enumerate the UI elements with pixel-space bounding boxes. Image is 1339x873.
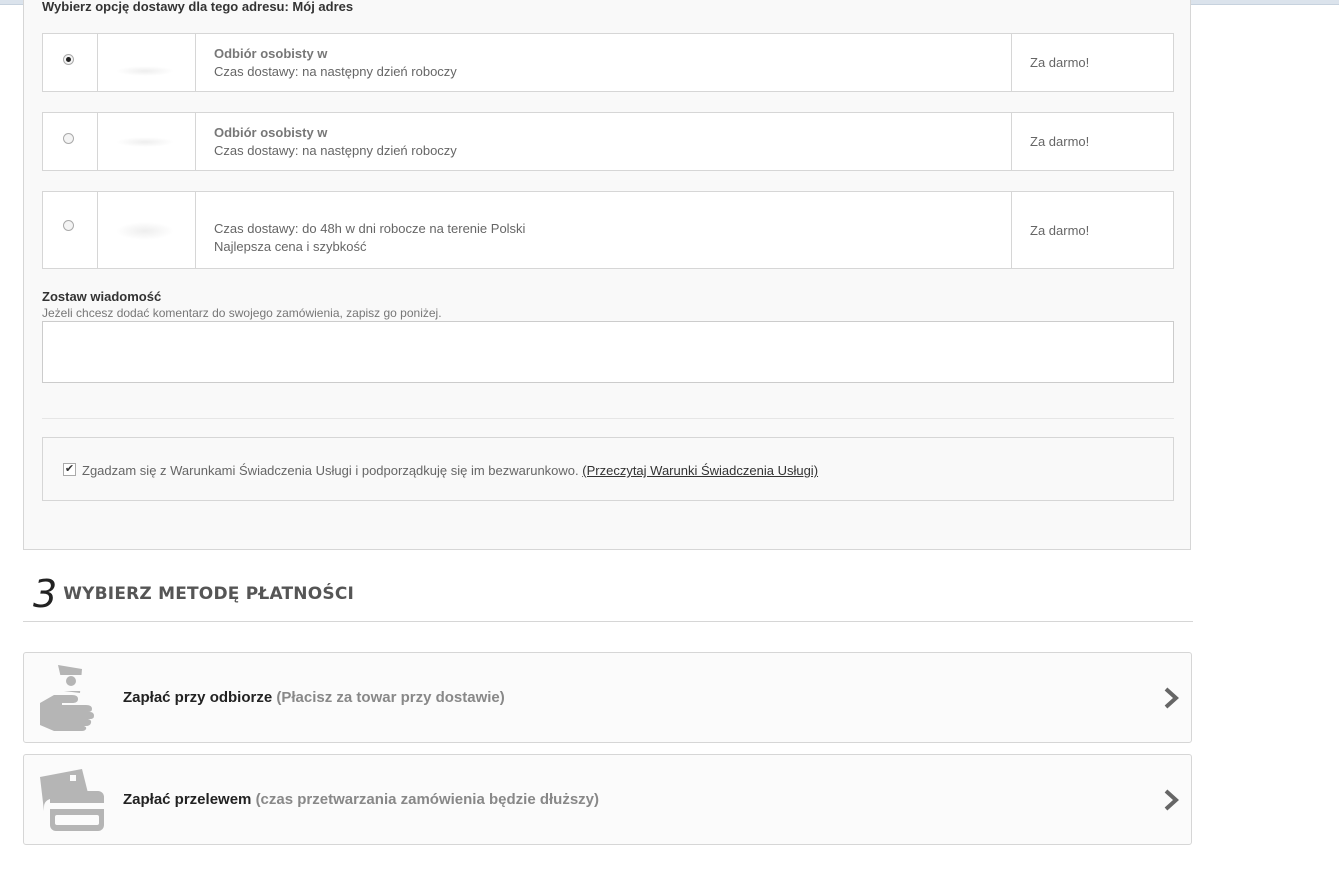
pay-option-note: (Płacisz za towar przy dostawie) — [276, 689, 505, 706]
payment-step-heading: 3 WYBIERZ METODĘ PŁATNOŚCI — [33, 574, 354, 614]
chevron-right-icon — [1164, 789, 1179, 811]
carrier-radio-1[interactable] — [63, 54, 74, 65]
terms-text: Zgadzam się z Warunkami Świadczenia Usłu… — [82, 463, 818, 478]
carrier-logo — [98, 113, 196, 170]
carrier-logo — [98, 34, 196, 91]
carrier-option-3[interactable]: Czas dostawy: do 48h w dni robocze na te… — [42, 191, 1174, 269]
carrier-radio-cell — [43, 113, 98, 170]
carrier-option-2[interactable]: Odbiór osobisty w Czas dostawy: na nastę… — [42, 112, 1174, 171]
delivery-heading: Wybierz opcję dostawy dla tego adresu: M… — [42, 0, 354, 14]
pay-option-title: Zapłać przelewem — [123, 791, 252, 808]
cash-hand-icon — [40, 665, 94, 731]
carrier-radio-cell — [43, 192, 98, 268]
carrier-price: Za darmo! — [1030, 55, 1090, 70]
carrier-name: Odbiór osobisty w — [214, 45, 328, 61]
carrier-radio-3[interactable] — [63, 220, 74, 231]
step-title: WYBIERZ METODĘ PŁATNOŚCI — [63, 584, 355, 604]
carrier-radio-cell — [43, 34, 98, 91]
carrier-description: Czas dostawy: do 48h w dni robocze na te… — [196, 192, 1012, 268]
carrier-price: Za darmo! — [1030, 134, 1090, 149]
carrier-name: Odbiór osobisty w — [214, 124, 328, 140]
terms-label: Zgadzam się z Warunkami Świadczenia Usłu… — [82, 463, 579, 478]
delivery-options-panel: Wybierz opcję dostawy dla tego adresu: M… — [23, 0, 1191, 550]
carrier-delivery-time: Czas dostawy: na następny dzień roboczy — [214, 142, 457, 158]
pay-option-note: (czas przetwarzania zamówienia będzie dł… — [255, 791, 599, 808]
order-comment-textarea[interactable] — [42, 321, 1174, 383]
carrier-extra-info: Najlepsza cena i szybkość — [214, 239, 367, 254]
message-hint: Jeżeli chcesz dodać komentarz do swojego… — [42, 306, 442, 320]
step-number: 3 — [33, 572, 58, 616]
pay-option-label: Zapłać przelewem (czas przetwarzania zam… — [123, 791, 599, 808]
pay-option-title: Zapłać przy odbiorze — [123, 689, 273, 706]
terms-box: ✔ Zgadzam się z Warunkami Świadczenia Us… — [42, 437, 1174, 501]
carrier-description: Odbiór osobisty w Czas dostawy: na nastę… — [196, 113, 1012, 170]
terms-checkbox[interactable]: ✔ — [63, 463, 76, 476]
terms-link[interactable]: (Przeczytaj Warunki Świadczenia Usługi) — [582, 463, 818, 478]
carrier-option-1[interactable]: Odbiór osobisty w Czas dostawy: na nastę… — [42, 33, 1174, 92]
bank-transfer-option[interactable]: Zapłać przelewem (czas przetwarzania zam… — [23, 754, 1192, 845]
carrier-delivery-time: Czas dostawy: na następny dzień roboczy — [214, 63, 457, 79]
message-title: Zostaw wiadomość — [42, 289, 162, 304]
carrier-price: Za darmo! — [1030, 222, 1090, 238]
carrier-logo — [98, 192, 196, 268]
carrier-delivery-time: Czas dostawy: do 48h w dni robocze na te… — [214, 221, 526, 236]
divider — [42, 418, 1174, 419]
chevron-right-icon — [1164, 687, 1179, 709]
credit-card-icon — [40, 769, 104, 831]
pay-on-delivery-option[interactable]: Zapłać przy odbiorze (Płacisz za towar p… — [23, 652, 1192, 743]
step-divider — [23, 621, 1193, 622]
carrier-description: Odbiór osobisty w Czas dostawy: na nastę… — [196, 34, 1012, 91]
pay-option-label: Zapłać przy odbiorze (Płacisz za towar p… — [123, 689, 505, 706]
carrier-radio-2[interactable] — [63, 133, 74, 144]
